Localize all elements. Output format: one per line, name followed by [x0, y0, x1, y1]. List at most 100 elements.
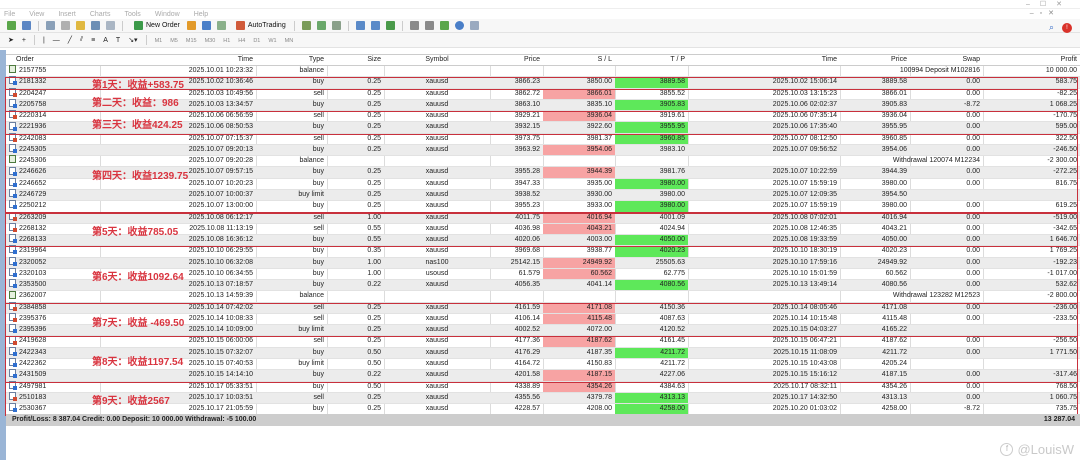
menu-help[interactable]: Help [194, 11, 208, 18]
menu-charts[interactable]: Charts [90, 11, 111, 18]
zoom-in-icon[interactable] [355, 21, 365, 30]
timeframe-m5[interactable]: M5 [170, 38, 178, 44]
notification-icon[interactable]: ! [1062, 22, 1072, 33]
profit-cell: -272.25 [1053, 168, 1077, 176]
sl-cell: 3935.00 [586, 179, 612, 187]
price-cell: 4355.56 [514, 393, 540, 401]
table-row[interactable]: 2497981 2025.10.17 05:33:51 buy 0.50 xauusd 4… [6, 380, 1080, 393]
column-header-price[interactable]: Price [490, 55, 543, 65]
order-id: 2204247 [19, 89, 47, 97]
table-row[interactable]: 2246729 2025.10.07 10:00:37 buy limit 0.25 x… [6, 189, 1080, 202]
timeframe-m30[interactable]: M30 [205, 38, 216, 44]
horizontal-line-icon[interactable]: — [53, 37, 60, 44]
order-id: 2530367 [19, 405, 47, 413]
sl-cell: 4041.14 [586, 281, 612, 289]
size-cell: 0.25 [367, 179, 381, 187]
text-label-icon[interactable]: T [116, 37, 120, 44]
arrows-icon[interactable]: ↘▾ [128, 36, 137, 44]
text-icon[interactable]: A [103, 37, 108, 44]
table-row[interactable]: 2245306 2025.10.07 09:20:28 balance -2 300.… [6, 155, 1080, 168]
cprice-cell: 4016.94 [881, 213, 907, 221]
timeframe-h1[interactable]: H1 [223, 38, 230, 44]
market-watch-icon[interactable] [46, 21, 55, 30]
vertical-line-icon[interactable]: | [43, 37, 45, 44]
swap-cell: 0.00 [966, 89, 980, 97]
menu-file[interactable]: File [4, 11, 15, 18]
column-header-time[interactable]: Time [100, 55, 256, 65]
time-cell: 2025.10.07 09:20:28 [188, 157, 253, 165]
order-icon [9, 369, 17, 379]
column-header-size[interactable]: Size [327, 55, 384, 65]
market-icon[interactable] [216, 21, 226, 30]
table-row[interactable]: 2362007 2025.10.13 14:59:39 balance -2 800.… [6, 290, 1080, 303]
column-header-swap[interactable]: Swap [910, 55, 983, 65]
channel-icon[interactable]: ⫽ [80, 36, 83, 44]
navigator-icon[interactable] [61, 21, 70, 30]
day-profit-label: 第二天：收益：986 [92, 97, 179, 109]
fibonacci-icon[interactable]: ≡ [91, 37, 95, 44]
column-header-symbol[interactable]: Symbol [384, 55, 490, 65]
auto-trading-button[interactable]: AutoTrading [233, 21, 286, 30]
menu-view[interactable]: View [29, 11, 44, 18]
table-row[interactable]: 2431509 2025.10.15 14:14:10 buy 0.22 xauusd 4… [6, 369, 1080, 382]
column-header-type[interactable]: Type [256, 55, 327, 65]
bar-chart-icon[interactable] [301, 21, 311, 30]
timeframe-m15[interactable]: M15 [186, 38, 197, 44]
table-row[interactable]: 2419628 2025.10.15 06:00:06 sell 0.25 xauusd… [6, 335, 1080, 348]
tile-windows-icon[interactable] [385, 21, 395, 30]
window-controls[interactable]: –☐✕ [1026, 0, 1072, 8]
chart-shift-icon[interactable] [424, 21, 434, 30]
type-cell: buy [312, 371, 324, 379]
column-header-tp[interactable]: T / P [615, 55, 688, 65]
new-order-button[interactable]: New Order [131, 21, 180, 30]
new-chart-icon[interactable] [7, 21, 16, 30]
trendline-icon[interactable]: ╱ [68, 36, 72, 44]
table-row[interactable]: 2319964 2025.10.10 06:29:55 buy 0.35 xauusd 3… [6, 245, 1080, 258]
indicators-icon[interactable] [439, 21, 449, 30]
metaeditor-icon[interactable] [186, 21, 196, 30]
terminal-icon[interactable] [91, 21, 100, 30]
table-row[interactable]: 2245305 2025.10.07 09:20:13 buy 0.25 xauusd 3… [6, 144, 1080, 157]
mdi-window-controls[interactable]: –▫✕ [1030, 9, 1060, 17]
menu-tools[interactable]: Tools [124, 11, 140, 18]
templates-icon[interactable] [469, 21, 479, 30]
tp-cell: 3955.95 [615, 122, 688, 133]
column-header-cprice[interactable]: Price [840, 55, 910, 65]
table-row[interactable]: 2384858 2025.10.14 07:42:02 sell 0.25 xauusd… [6, 301, 1080, 314]
candlestick-icon[interactable] [316, 21, 326, 30]
cursor-icon[interactable]: ➤ [8, 36, 14, 44]
column-header-profit[interactable]: Profit [983, 55, 1080, 65]
column-header-sl[interactable]: S / L [543, 55, 615, 65]
menu-window[interactable]: Window [155, 11, 180, 18]
timeframe-w1[interactable]: W1 [268, 38, 276, 44]
symbol-cell: xauusd [425, 168, 449, 176]
line-chart-icon[interactable] [331, 21, 341, 30]
column-header-ctime[interactable]: Time [688, 55, 840, 65]
periods-icon[interactable] [454, 21, 464, 30]
timeframe-d1[interactable]: D1 [253, 38, 260, 44]
column-header-order[interactable]: Order [6, 55, 100, 65]
size-cell: 0.25 [367, 112, 381, 120]
auto-scroll-icon[interactable] [409, 21, 419, 30]
order-cell: 2431509 [6, 369, 100, 380]
profiles-icon[interactable] [22, 21, 31, 30]
data-window-icon[interactable] [76, 21, 85, 30]
profit-cell: -317.46 [1053, 371, 1077, 379]
menu-insert[interactable]: Insert [58, 11, 76, 18]
strategy-tester-icon[interactable] [106, 21, 115, 30]
timeframe-m1[interactable]: M1 [155, 38, 163, 44]
table-row[interactable]: 2320052 2025.10.10 06:32:08 buy 1.00 nas100 2… [6, 256, 1080, 269]
order-icon [9, 110, 17, 120]
order-cell: 2395376 [6, 313, 100, 324]
search-icon[interactable]: ⌕ [1049, 22, 1054, 33]
table-row[interactable]: 2263209 2025.10.08 06:12:17 sell 1.00 xauusd… [6, 211, 1080, 224]
table-row[interactable]: 2242083 2025.10.07 07:15:37 sell 0.25 xauusd… [6, 132, 1080, 145]
profit-cell: 595.00 [1055, 123, 1077, 131]
table-row[interactable]: 2250212 2025.10.07 13:00:00 buy 0.25 xauusd 3… [6, 200, 1080, 213]
signals-icon[interactable] [201, 21, 211, 30]
timeframe-mn[interactable]: MN [285, 38, 294, 44]
crosshair-icon[interactable]: + [22, 37, 26, 44]
timeframe-h4[interactable]: H4 [238, 38, 245, 44]
profit-cell: 583.75 [1055, 78, 1077, 86]
zoom-out-icon[interactable] [370, 21, 380, 30]
